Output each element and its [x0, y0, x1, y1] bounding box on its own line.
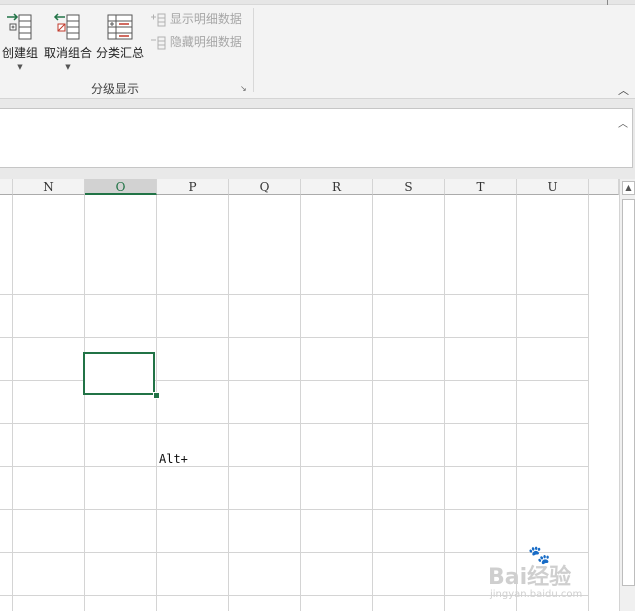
show-detail-button[interactable]: 显示明细数据: [150, 10, 242, 28]
column-header-s[interactable]: S: [373, 179, 445, 195]
ribbon-top-strip: [0, 0, 635, 5]
show-detail-icon: [151, 13, 166, 26]
ungroup-label: 取消组合: [43, 46, 92, 60]
hide-detail-label: 隐藏明细数据: [169, 35, 242, 49]
ungroup-button[interactable]: 取消组合 ▼: [42, 8, 94, 74]
chevron-down-icon: ▼: [17, 63, 23, 71]
column-header-r[interactable]: R: [301, 179, 373, 195]
watermark-url: jingyan.baidu.com: [490, 589, 583, 600]
gridline: [0, 509, 589, 510]
dialog-launcher-icon[interactable]: ↘: [240, 85, 248, 93]
ungroup-icon: [53, 13, 80, 40]
gridline: [0, 423, 589, 424]
cell-text: Alt+: [159, 452, 188, 466]
column-header-partial-right[interactable]: [589, 179, 619, 195]
gridline: [0, 337, 589, 338]
gridline: [0, 466, 589, 467]
create-group-button[interactable]: 创建组 ▼: [0, 8, 40, 74]
selected-cell[interactable]: [83, 352, 155, 395]
gridline: [228, 195, 229, 611]
ribbon: 创建组 ▼ 取消组合 ▼ 分类汇总 显示明细数据 隐藏明细数据 分级显示 ↘ ︿: [0, 0, 635, 99]
formula-bar-input[interactable]: ︿: [0, 108, 633, 168]
gridline: [372, 195, 373, 611]
expand-formula-bar-icon[interactable]: ︿: [618, 115, 628, 130]
scrollbar-thumb[interactable]: [622, 199, 635, 586]
outline-group-label: 分级显示: [90, 82, 139, 96]
column-header-u[interactable]: U: [517, 179, 589, 195]
hide-detail-button[interactable]: 隐藏明细数据: [150, 33, 242, 51]
group-separator: [253, 8, 254, 92]
group-icon: [7, 13, 32, 40]
gridline: [300, 195, 301, 611]
column-header-q[interactable]: Q: [229, 179, 301, 195]
subtotal-label: 分类汇总: [95, 46, 144, 60]
chevron-down-icon: ▼: [65, 63, 71, 71]
create-group-label: 创建组: [1, 46, 38, 60]
scroll-up-icon[interactable]: ▲: [622, 181, 635, 195]
gridline: [84, 195, 85, 611]
collapse-ribbon-icon[interactable]: ︿: [618, 82, 629, 98]
column-header-o[interactable]: O: [85, 179, 157, 195]
subtotal-icon: [107, 14, 133, 40]
column-header-p[interactable]: P: [157, 179, 229, 195]
column-header-n[interactable]: N: [13, 179, 85, 195]
gridline: [0, 294, 589, 295]
hide-detail-icon: [151, 36, 166, 49]
column-header-t[interactable]: T: [445, 179, 517, 195]
gridline: [12, 195, 13, 611]
subtotal-button[interactable]: 分类汇总: [95, 8, 145, 74]
ribbon-top-marker: [607, 0, 608, 5]
fill-handle[interactable]: [153, 392, 160, 399]
column-header-partial[interactable]: [0, 179, 13, 195]
watermark-brand: Bai经验: [488, 565, 572, 590]
gridline: [156, 195, 157, 611]
gridline: [444, 195, 445, 611]
show-detail-label: 显示明细数据: [169, 12, 242, 26]
watermark: 🐾 Bai经验 jingyan.baidu.com: [488, 545, 628, 605]
